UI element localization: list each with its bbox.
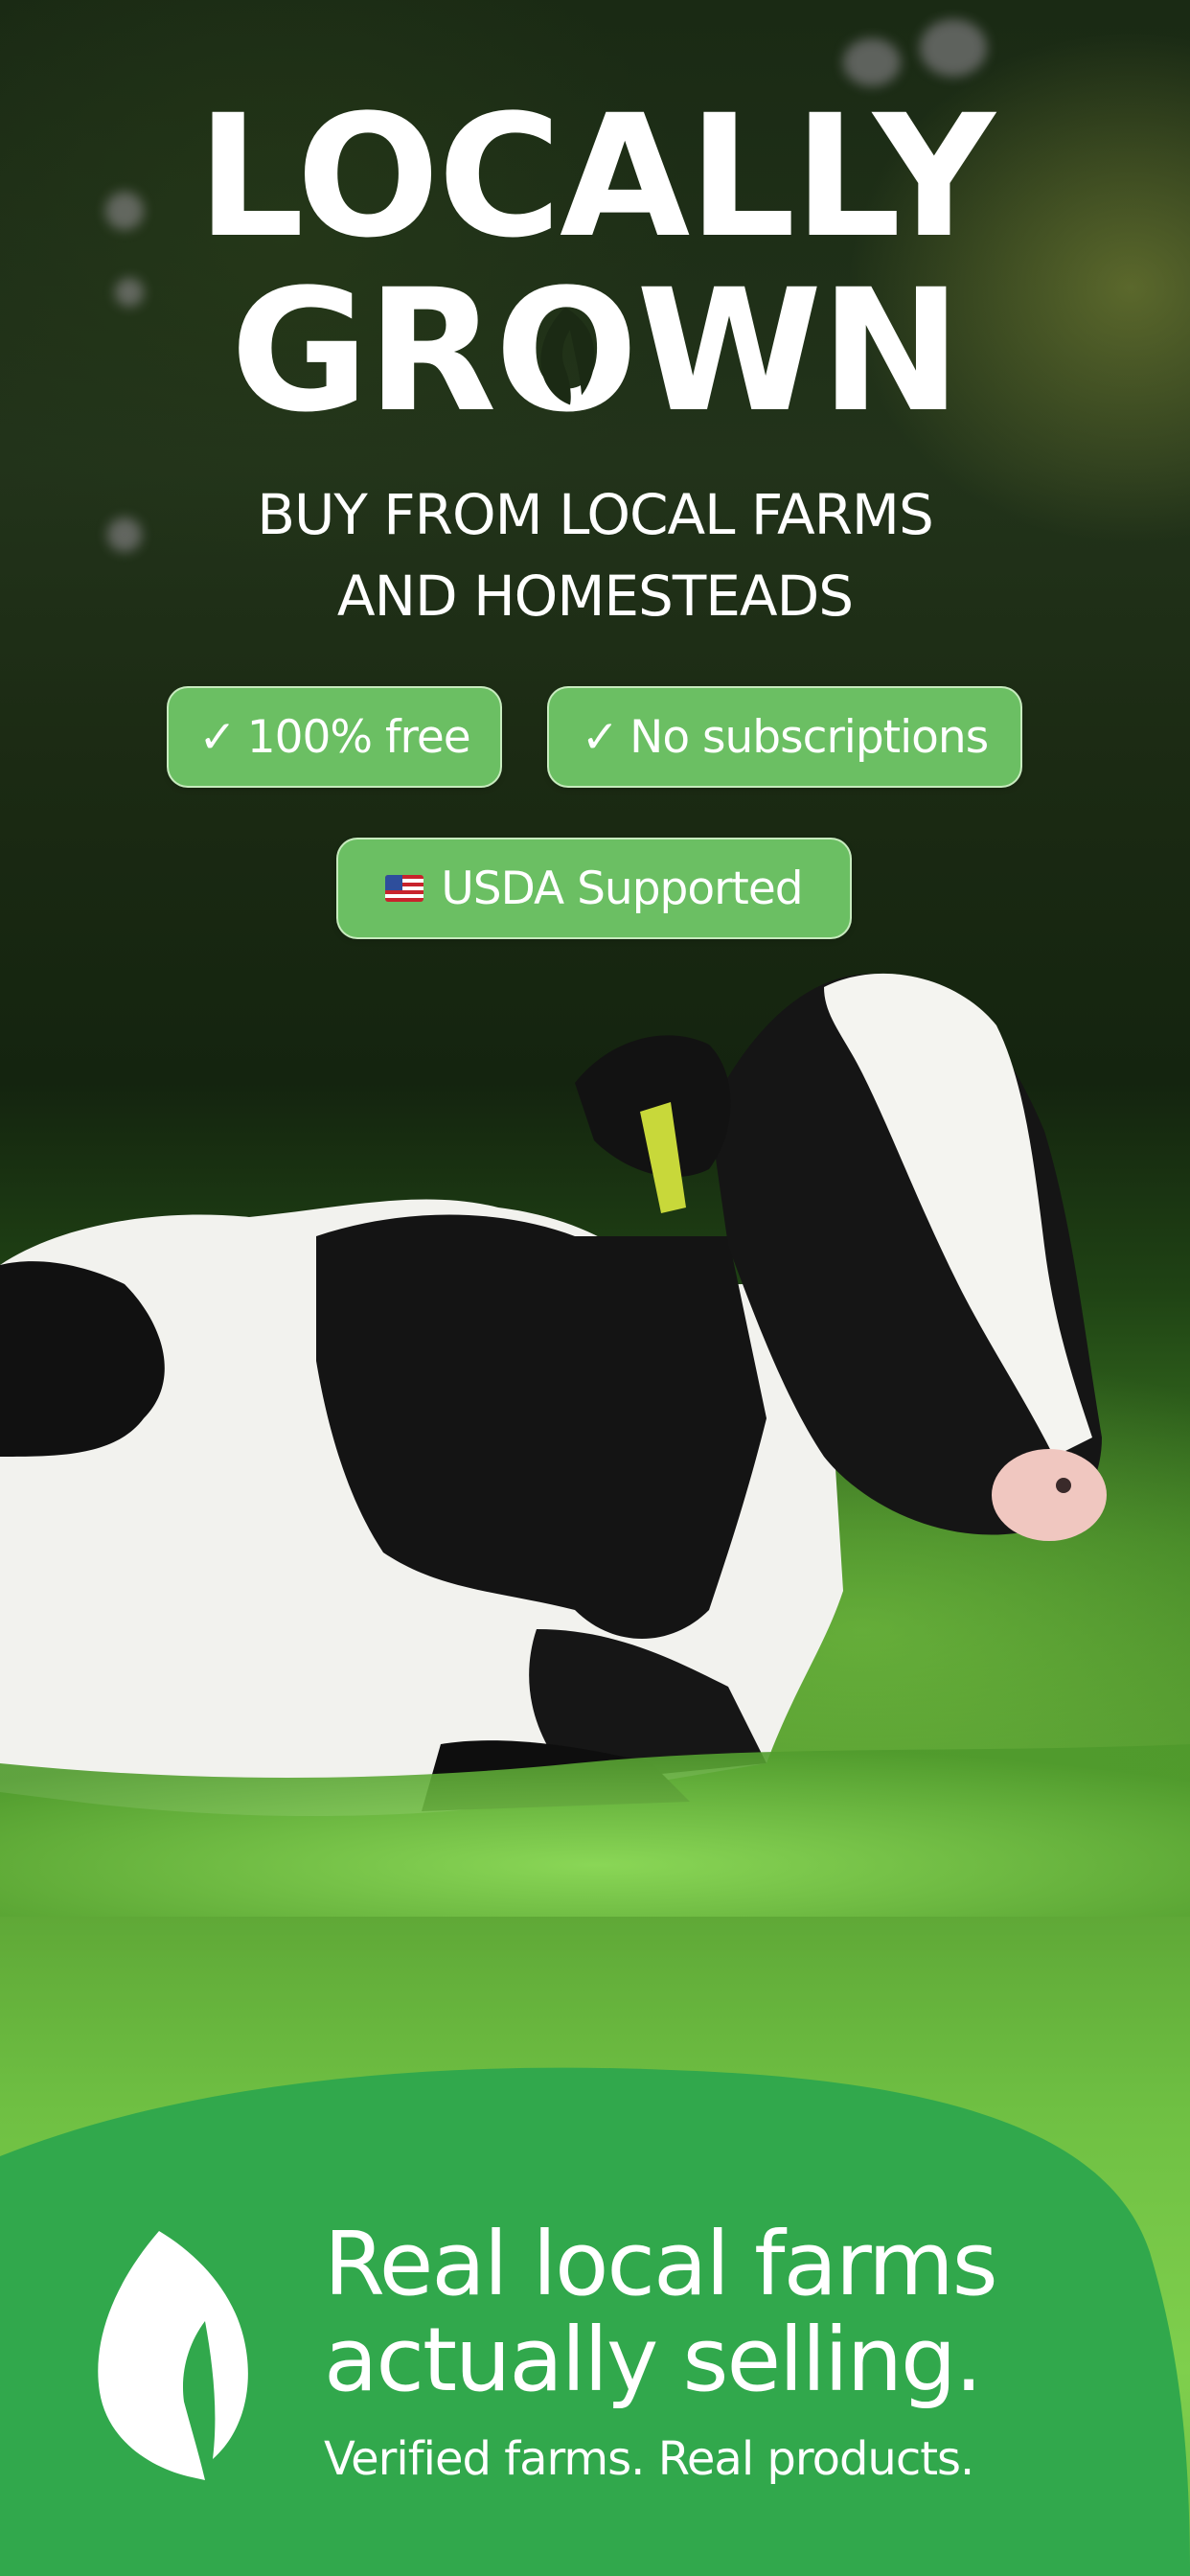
badge-label: USDA Supported (441, 862, 803, 915)
footer-headline: actually selling. (324, 2309, 983, 2411)
badge-label: No subscriptions (629, 710, 989, 764)
badge-free: ✓ 100% free (167, 686, 502, 788)
badge-usda: USDA Supported (336, 838, 852, 939)
badge-no-subscriptions: ✓ No subscriptions (547, 686, 1022, 788)
leaf-logo-icon (98, 2231, 248, 2480)
leaf-icon (540, 307, 595, 405)
headline-grown-part: GR (230, 253, 496, 449)
us-flag-icon (385, 875, 424, 902)
badge-label: 100% free (246, 710, 471, 764)
cow-photo (0, 973, 1190, 1917)
checkmark-icon: ✓ (198, 710, 236, 764)
headline-locally: LOCALLY (196, 79, 995, 275)
headline-leaf-o: O (494, 261, 638, 443)
promo-screen: LOCALLY GRO WN BUY FROM LOCAL FARMS AND H… (0, 0, 1190, 2576)
bokeh-light (920, 19, 987, 77)
headline-grown-part: WN (636, 253, 961, 449)
subtitle-line: BUY FROM LOCAL FARMS (257, 482, 934, 547)
checkmark-icon: ✓ (581, 710, 619, 764)
footer-tagline: Verified farms. Real products. (324, 2432, 974, 2486)
subtitle-line: AND HOMESTEADS (336, 564, 854, 629)
footer-headline: Real local farms (324, 2213, 998, 2315)
headline-grown: GRO WN (0, 261, 1190, 443)
